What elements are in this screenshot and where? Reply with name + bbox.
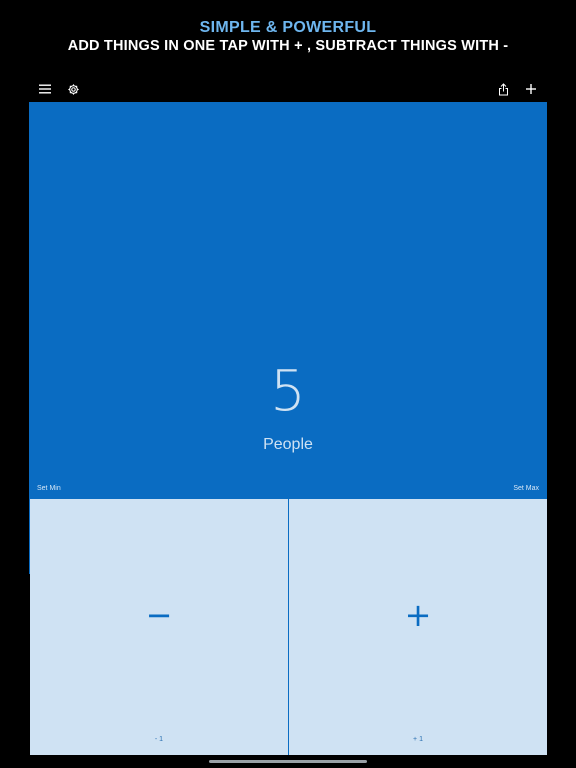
set-max-button[interactable]: Set Max — [513, 485, 539, 492]
share-icon[interactable] — [495, 81, 511, 97]
decrement-button[interactable]: − - 1 — [30, 499, 288, 755]
increment-step-label: + 1 — [413, 736, 423, 743]
minus-icon: − — [145, 596, 173, 634]
promo-subheadline: ADD THINGS IN ONE TAP WITH + , SUBTRACT … — [67, 38, 509, 54]
toolbar — [29, 76, 547, 102]
counter-label: People — [263, 436, 313, 453]
counter-value: 5 — [270, 359, 306, 424]
plus-large-icon: + — [404, 596, 432, 634]
plus-icon[interactable] — [523, 81, 539, 97]
set-min-button[interactable]: Set Min — [37, 485, 61, 492]
decrement-step-label: - 1 — [154, 736, 164, 743]
promo-headline: SIMPLE & POWERFUL — [199, 19, 377, 36]
app-screen: SIMPLE & POWERFUL ADD THINGS IN ONE TAP … — [0, 0, 576, 768]
hamburger-menu-icon[interactable] — [37, 81, 53, 97]
gear-icon[interactable] — [65, 81, 81, 97]
home-indicator[interactable] — [209, 760, 367, 763]
increment-button[interactable]: + + 1 — [289, 499, 547, 755]
